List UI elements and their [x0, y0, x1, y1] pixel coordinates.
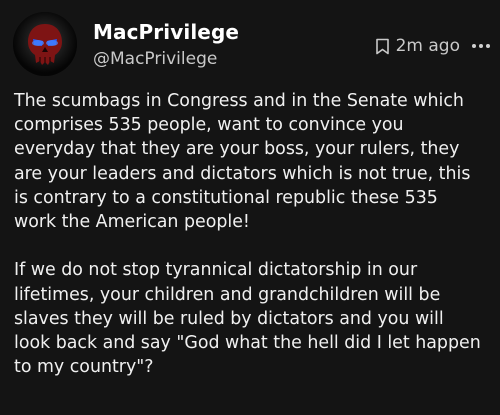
timestamp: 2m ago: [395, 36, 460, 56]
author-avatar[interactable]: [13, 12, 77, 76]
post-meta: 2m ago: [375, 36, 490, 56]
post-paragraph: If we do not stop tyrannical dictatorshi…: [14, 260, 481, 378]
author-name[interactable]: MacPrivilege: [93, 20, 239, 44]
punisher-skull-avatar-icon: [13, 12, 77, 76]
bookmark-icon[interactable]: [375, 38, 390, 55]
post-paragraph: The scumbags in Congress and in the Sena…: [14, 91, 471, 233]
post-card: MacPrivilege @MacPrivilege 2m ago The sc…: [0, 0, 500, 415]
post-body: The scumbags in Congress and in the Sena…: [14, 89, 492, 404]
author-handle[interactable]: @MacPrivilege: [93, 49, 217, 69]
more-options-icon[interactable]: [472, 44, 490, 48]
